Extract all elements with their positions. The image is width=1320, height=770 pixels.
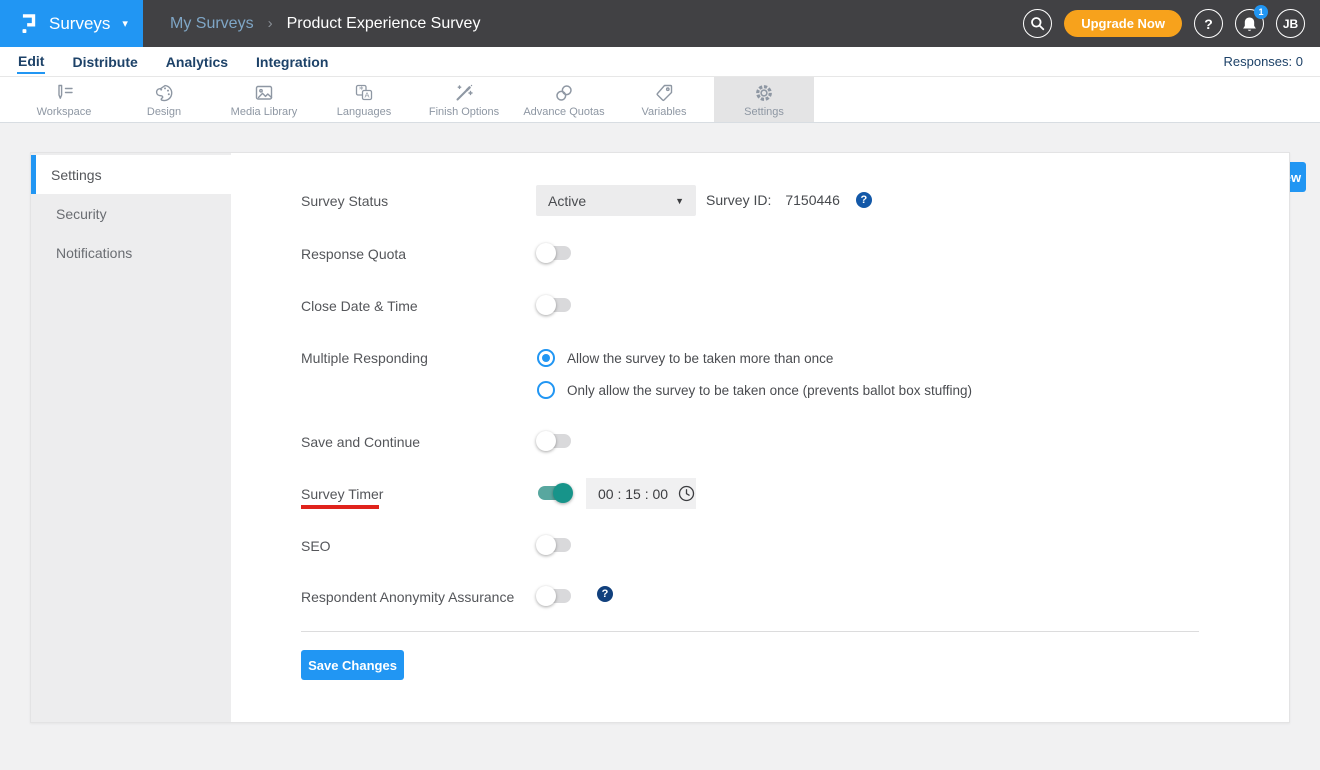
responses-count: Responses: 0 xyxy=(1223,54,1304,69)
clock-icon xyxy=(678,485,695,502)
survey-timer-duration-field[interactable]: 00 : 15 : 00 xyxy=(586,478,696,509)
survey-id-value: 7150446 xyxy=(785,192,840,208)
tab-integration[interactable]: Integration xyxy=(255,50,329,73)
surveys-app-menu[interactable]: Surveys ▾ xyxy=(0,0,143,47)
toolbar-item-media-library[interactable]: Media Library xyxy=(214,77,314,122)
design-palette-icon xyxy=(153,82,175,104)
survey-nav: Edit Distribute Analytics Integration Re… xyxy=(0,47,1320,77)
survey-timer-highlight-underline xyxy=(301,505,379,509)
workspace-icon xyxy=(53,82,75,104)
close-date-time-label: Close Date & Time xyxy=(301,298,418,314)
finish-options-wand-icon xyxy=(453,82,475,104)
seo-label: SEO xyxy=(301,538,331,554)
tab-distribute[interactable]: Distribute xyxy=(71,50,138,73)
questionpro-settings-screen: Surveys ▾ My Surveys › Product Experienc… xyxy=(0,0,1320,770)
toolbar-item-variables[interactable]: Variables xyxy=(614,77,714,122)
survey-timer-label: Survey Timer xyxy=(301,486,384,502)
languages-icon: * A xyxy=(353,82,375,104)
survey-timer-value: 00 : 15 : 00 xyxy=(598,485,669,502)
survey-id-label: Survey ID: xyxy=(706,192,772,208)
svg-text:A: A xyxy=(364,90,369,99)
settings-gear-icon xyxy=(753,82,775,104)
variables-tag-icon xyxy=(653,82,675,104)
survey-status-dropdown[interactable]: Active ▼ xyxy=(536,185,696,216)
chevron-down-icon: ▾ xyxy=(122,18,128,30)
save-and-continue-toggle[interactable] xyxy=(536,431,571,451)
toolbar-item-design[interactable]: Design xyxy=(114,77,214,122)
edit-toolbar: Workspace Design Media Library * A Langu… xyxy=(0,77,1320,192)
toolbar-item-finish-options[interactable]: Finish Options xyxy=(414,77,514,122)
survey-status-value: Active xyxy=(548,192,587,209)
radio-only-once[interactable] xyxy=(537,381,555,399)
save-changes-button[interactable]: Save Changes xyxy=(301,650,404,680)
user-avatar[interactable]: JB xyxy=(1276,9,1305,38)
top-bar-actions: Upgrade Now ? 1 JB xyxy=(1023,5,1320,38)
multiple-responding-option-2: Only allow the survey to be taken once (… xyxy=(537,381,972,399)
toolbar-item-advance-quotas[interactable]: Advance Quotas xyxy=(514,77,614,122)
breadcrumb-separator-icon: › xyxy=(267,15,273,32)
help-button[interactable]: ? xyxy=(1194,9,1223,38)
notifications-button[interactable]: 1 xyxy=(1235,5,1268,38)
media-library-icon xyxy=(253,82,275,104)
respondent-anonymity-label: Respondent Anonymity Assurance xyxy=(301,589,515,605)
questionpro-logo-icon xyxy=(17,11,39,37)
seo-toggle[interactable] xyxy=(536,535,571,555)
save-and-continue-label: Save and Continue xyxy=(301,434,421,450)
toolbar-item-settings[interactable]: Settings xyxy=(714,77,814,122)
respondent-anonymity-toggle[interactable] xyxy=(536,586,571,606)
settings-card: Settings Security Notifications Survey S… xyxy=(30,152,1290,723)
search-button[interactable] xyxy=(1023,9,1053,38)
breadcrumb-survey-title: Product Experience Survey xyxy=(286,14,481,32)
top-bar: Surveys ▾ My Surveys › Product Experienc… xyxy=(0,0,1320,47)
breadcrumb-my-surveys[interactable]: My Surveys xyxy=(170,15,254,33)
help-icon: ? xyxy=(1204,15,1213,32)
form-divider xyxy=(301,631,1199,632)
tab-analytics[interactable]: Analytics xyxy=(165,50,229,73)
response-quota-label: Response Quota xyxy=(301,246,407,262)
toolbar-item-languages[interactable]: * A Languages xyxy=(314,77,414,122)
radio-allow-multiple[interactable] xyxy=(537,349,555,367)
multiple-responding-option-1: Allow the survey to be taken more than o… xyxy=(537,349,833,367)
search-icon xyxy=(1031,17,1045,31)
upgrade-now-button[interactable]: Upgrade Now xyxy=(1064,10,1182,37)
survey-id-help-icon[interactable]: ? xyxy=(855,192,872,208)
survey-status-label: Survey Status xyxy=(301,193,389,209)
advance-quotas-link-icon xyxy=(553,82,575,104)
close-date-time-toggle[interactable] xyxy=(536,295,571,315)
bell-icon xyxy=(1243,16,1256,31)
settings-form: Survey Status Active ▼ Survey ID: 715044… xyxy=(31,153,1291,722)
notification-badge: 1 xyxy=(1254,5,1268,19)
tab-edit[interactable]: Edit xyxy=(17,49,46,74)
survey-timer-toggle[interactable] xyxy=(538,483,573,503)
survey-id-group: Survey ID: 7150446 ? xyxy=(706,192,872,208)
breadcrumb: My Surveys › Product Experience Survey xyxy=(170,15,480,33)
dropdown-caret-icon: ▼ xyxy=(675,195,684,206)
response-quota-toggle[interactable] xyxy=(536,243,571,263)
app-menu-label: Surveys xyxy=(49,13,111,33)
respondent-anonymity-help-icon[interactable]: ? xyxy=(597,586,613,602)
toolbar-item-workspace[interactable]: Workspace xyxy=(14,77,114,122)
multiple-responding-label: Multiple Responding xyxy=(301,350,428,366)
